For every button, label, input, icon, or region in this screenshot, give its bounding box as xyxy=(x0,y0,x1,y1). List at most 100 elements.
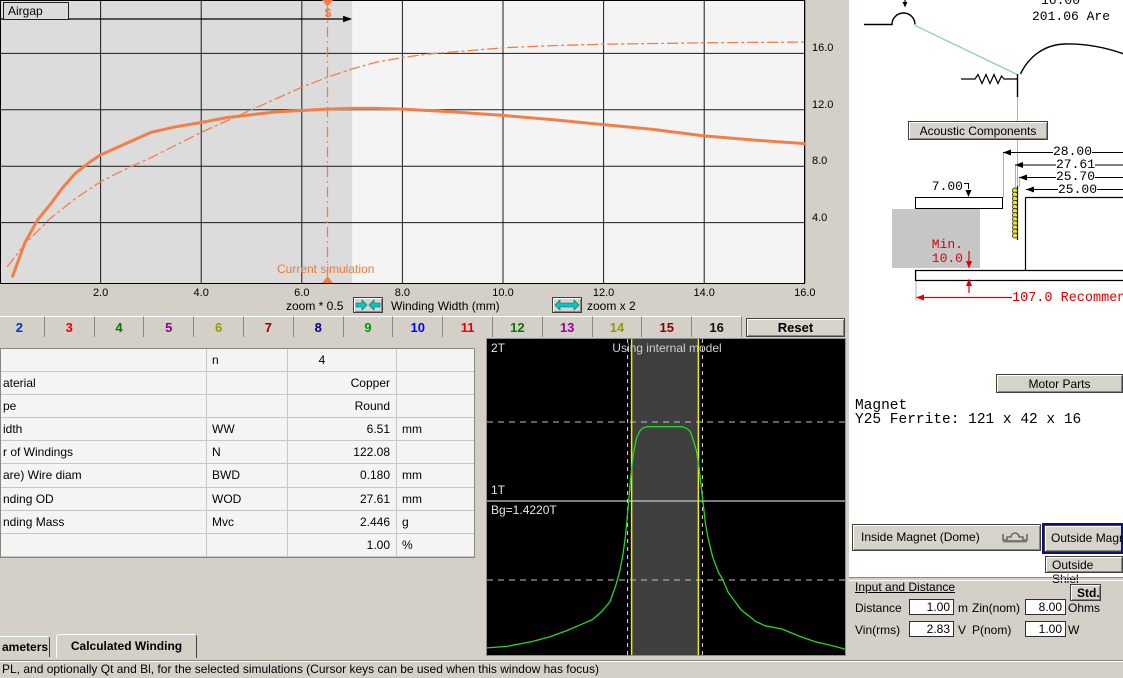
sim-tab-9[interactable]: 9 xyxy=(343,316,394,337)
cell-parameter-name: r of Windings xyxy=(1,441,207,465)
sim-tab-13[interactable]: 13 xyxy=(542,316,593,337)
simulation-tabs: Reset 2 3 4 5 6 7 8 9 10 11 12 13 14 15 16 xyxy=(0,316,845,338)
cell-symbol xyxy=(207,533,288,557)
cell-unit xyxy=(397,395,474,419)
zoom-in-button[interactable] xyxy=(552,297,582,313)
sim-tab-11[interactable]: 11 xyxy=(443,316,493,337)
cell-value: 0.180 xyxy=(288,464,397,488)
table-row: r of Windings N 122.08 xyxy=(1,441,474,465)
sim-tab-14[interactable]: 14 xyxy=(592,316,643,337)
table-row: nding Mass Mvc 2.446 g xyxy=(1,510,474,534)
zoom-out-button[interactable] xyxy=(353,297,383,313)
tab-parameters[interactable]: ameters xyxy=(0,636,50,657)
motor-parts-button[interactable]: Motor Parts xyxy=(996,374,1123,393)
vin-input[interactable] xyxy=(909,621,954,637)
table-row: aterial Copper xyxy=(1,372,474,396)
outside-shield-button[interactable]: Outside Shiel xyxy=(1045,556,1123,586)
cell-unit: mm xyxy=(397,488,474,511)
sim-tab-2[interactable]: 2 xyxy=(0,316,45,337)
cell-symbol: WW xyxy=(207,418,288,442)
tab-calculated-winding[interactable]: Calculated Winding xyxy=(56,634,197,658)
cell-unit: % xyxy=(397,534,474,557)
vin-label: Vin(rms) xyxy=(855,623,901,637)
cell-value: 27.61 xyxy=(288,487,397,511)
cell-symbol xyxy=(207,372,288,396)
cell-value: Round xyxy=(288,395,397,419)
cell-value: 6.51 xyxy=(288,418,397,442)
zin-unit: Ohms xyxy=(1068,601,1101,615)
cell-unit: mm xyxy=(397,464,474,488)
sim-tab-8[interactable]: 8 xyxy=(293,316,344,337)
cell-unit: g xyxy=(397,511,474,534)
cell-symbol: WOD xyxy=(207,487,288,511)
flux-density-plot[interactable]: 2T Using internal model 1T Bg=1.4220T xyxy=(486,338,846,656)
table-row: are) Wire diam BWD 0.180 mm xyxy=(1,464,474,488)
zin-input[interactable] xyxy=(1025,599,1066,615)
flux-plot-canvas xyxy=(486,339,846,655)
y-tick-label: 16.0 xyxy=(812,42,834,55)
min-label: Min. xyxy=(931,237,963,252)
sim-tab-7[interactable]: 7 xyxy=(244,316,294,337)
zoom-in-label: zoom x 2 xyxy=(587,299,636,313)
cell-parameter-name xyxy=(1,533,207,557)
winding-chart-canvas[interactable] xyxy=(0,0,845,315)
reset-button[interactable]: Reset xyxy=(746,318,845,337)
cell-parameter-name xyxy=(1,349,207,373)
zoom-out-label: zoom * 0.5 xyxy=(286,299,344,313)
y-tick-label: 4.0 xyxy=(812,211,828,224)
distance-input[interactable] xyxy=(909,599,954,615)
status-text: PL, and optionally Qt and Bl, for the se… xyxy=(2,662,599,676)
calculated-winding-table: n 4 aterial Copper pe Round idth WW 6.51 mm r of W… xyxy=(0,348,475,558)
table-row: nding OD WOD 27.61 mm xyxy=(1,487,474,511)
cell-unit xyxy=(397,372,474,396)
cell-value: 4 xyxy=(288,349,397,373)
dim-7-00: 7.00 xyxy=(931,179,963,194)
cell-parameter-name: nding Mass xyxy=(1,510,207,534)
sim-tab-10[interactable]: 10 xyxy=(393,316,444,337)
x-tick-label: 14.0 xyxy=(693,287,715,299)
cell-unit xyxy=(397,441,474,465)
dim-text-cut: 16.00 xyxy=(1040,0,1080,8)
x-tick-label: 12.0 xyxy=(592,287,615,299)
tick-1t-label: 1T xyxy=(491,483,506,497)
pnom-unit: W xyxy=(1068,623,1080,637)
x-tick-label: 8.0 xyxy=(394,287,411,299)
sim-tab-3[interactable]: 3 xyxy=(44,316,95,337)
sim-tab-4[interactable]: 4 xyxy=(94,316,145,337)
sim-tab-6[interactable]: 6 xyxy=(194,316,244,337)
dim-25-70: 25.70 xyxy=(1056,169,1096,184)
recommended-dimension: 107.0 Recommende xyxy=(1012,291,1123,306)
distance-label: Distance xyxy=(855,601,902,615)
cell-unit xyxy=(397,349,474,373)
sim-tab-15[interactable]: 15 xyxy=(642,316,693,337)
outside-magnet-button[interactable]: Outside Magn xyxy=(1044,525,1121,552)
sim-tab-16[interactable]: 16 xyxy=(692,316,742,337)
cell-parameter-name: pe xyxy=(1,395,207,419)
x-tick-label: 16.0 xyxy=(794,287,816,299)
std-button[interactable]: Std. xyxy=(1070,584,1101,601)
sim-tab-12[interactable]: 12 xyxy=(493,316,543,337)
x-tick-label: 4.0 xyxy=(193,287,209,299)
acoustic-components-button[interactable]: Acoustic Components xyxy=(908,121,1048,140)
pnom-input[interactable] xyxy=(1025,621,1066,637)
dim-28: 28.00 xyxy=(1053,144,1093,159)
inside-magnet-label: Inside Magnet (Dome) xyxy=(861,530,980,544)
cell-parameter-name: aterial xyxy=(1,372,207,396)
min-value: 10.0 xyxy=(931,251,963,266)
input-distance-heading: Input and Distance xyxy=(855,580,956,594)
inside-magnet-button[interactable]: Inside Magnet (Dome) xyxy=(852,524,1041,551)
current-simulation-marker[interactable]: $ xyxy=(320,6,336,20)
y-tick-label: 12.0 xyxy=(812,98,834,111)
magnet-spec: Y25 Ferrite: 121 x 42 x 16 xyxy=(855,412,1082,428)
table-row: 1.00% xyxy=(1,533,474,557)
distance-unit: m xyxy=(958,601,968,615)
model-label: Using internal model xyxy=(612,341,722,355)
dim-25-00: 25.00 xyxy=(1058,182,1098,197)
cell-symbol: BWD xyxy=(207,464,288,488)
tick-2t-label: 2T xyxy=(491,341,506,355)
cell-value: 1.00 xyxy=(288,533,397,557)
vin-unit: V xyxy=(958,623,967,637)
cell-unit: mm xyxy=(397,418,474,442)
table-row: pe Round xyxy=(1,395,474,419)
sim-tab-5[interactable]: 5 xyxy=(144,316,195,337)
